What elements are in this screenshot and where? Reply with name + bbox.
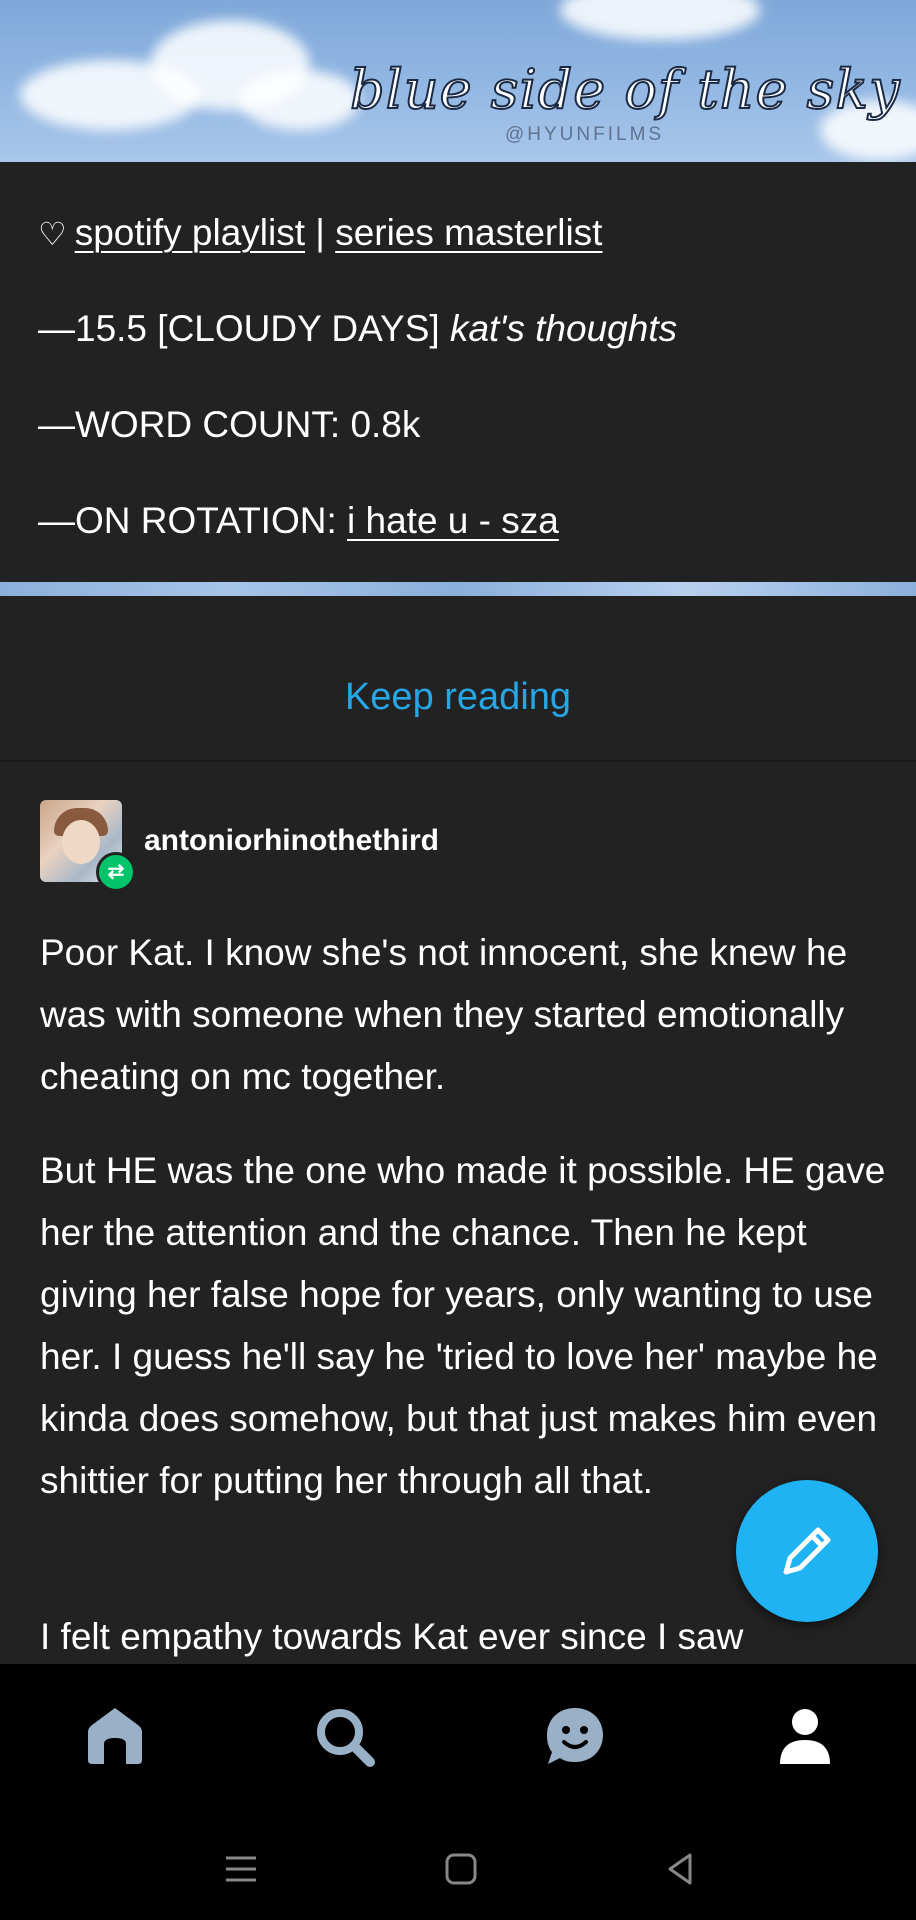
word-count-label: —WORD COUNT: [38, 404, 341, 445]
nav-home[interactable] [80, 1702, 150, 1772]
word-count-value: 0.8k [350, 404, 421, 445]
nav-search[interactable] [310, 1702, 380, 1772]
recents-button[interactable] [216, 1844, 266, 1894]
recents-icon [226, 1856, 256, 1882]
post-paragraph: Poor Kat. I know she's not innocent, she… [40, 932, 848, 1097]
chapter-prefix: —15.5 [CLOUDY DAYS] [38, 308, 440, 349]
keep-reading-link[interactable]: Keep reading [0, 676, 916, 719]
heart-icon: ♡ [38, 216, 67, 252]
banner-handle: @HYUNFILMS [505, 124, 665, 145]
rotation-line: —ON ROTATION: i hate u - sza [38, 500, 559, 542]
word-count-line: —WORD COUNT: 0.8k [38, 404, 420, 446]
chapter-title: kat's thoughts [449, 308, 678, 349]
reblog-icon: ⇄ [96, 852, 136, 892]
person-icon [780, 1709, 830, 1764]
reblogger-username[interactable]: antoniorhinothethird [144, 824, 439, 858]
home-icon [88, 1708, 142, 1764]
compose-button[interactable] [736, 1480, 878, 1622]
back-button[interactable] [656, 1844, 706, 1894]
header-banner-image: blue side of the sky @HYUNFILMS [0, 0, 916, 162]
search-icon [317, 1709, 375, 1767]
back-icon [668, 1853, 692, 1885]
links-line: ♡ spotify playlist | series masterlist [38, 212, 602, 254]
post-paragraph: But HE was the one who made it possible.… [40, 1150, 886, 1501]
system-navigation-bar [0, 1808, 916, 1920]
bottom-navigation [0, 1664, 916, 1808]
tumblr-post-screen: blue side of the sky @HYUNFILMS ♡ spotify… [0, 0, 916, 1920]
post-paragraph: I felt empathy towards Kat ever since I … [40, 1616, 744, 1657]
rotation-song-link[interactable]: i hate u - sza [347, 500, 559, 541]
link-separator: | [315, 212, 325, 253]
banner-title: blue side of the sky [349, 57, 901, 122]
chat-smile-icon [547, 1708, 603, 1764]
chapter-line: —15.5 [CLOUDY DAYS] kat's thoughts [38, 308, 677, 350]
pencil-icon [783, 1527, 831, 1575]
nav-account[interactable] [770, 1702, 840, 1772]
home-system-button[interactable] [436, 1844, 486, 1894]
rotation-label: —ON ROTATION: [38, 500, 337, 541]
chapter-info-box: ♡ spotify playlist | series masterlist —1… [0, 162, 916, 582]
nav-activity[interactable] [540, 1702, 610, 1772]
section-divider [0, 760, 916, 762]
series-masterlist-link[interactable]: series masterlist [335, 212, 602, 253]
divider-banner-image [0, 582, 916, 596]
home-square-icon [445, 1853, 477, 1885]
spotify-playlist-link[interactable]: spotify playlist [75, 212, 305, 253]
